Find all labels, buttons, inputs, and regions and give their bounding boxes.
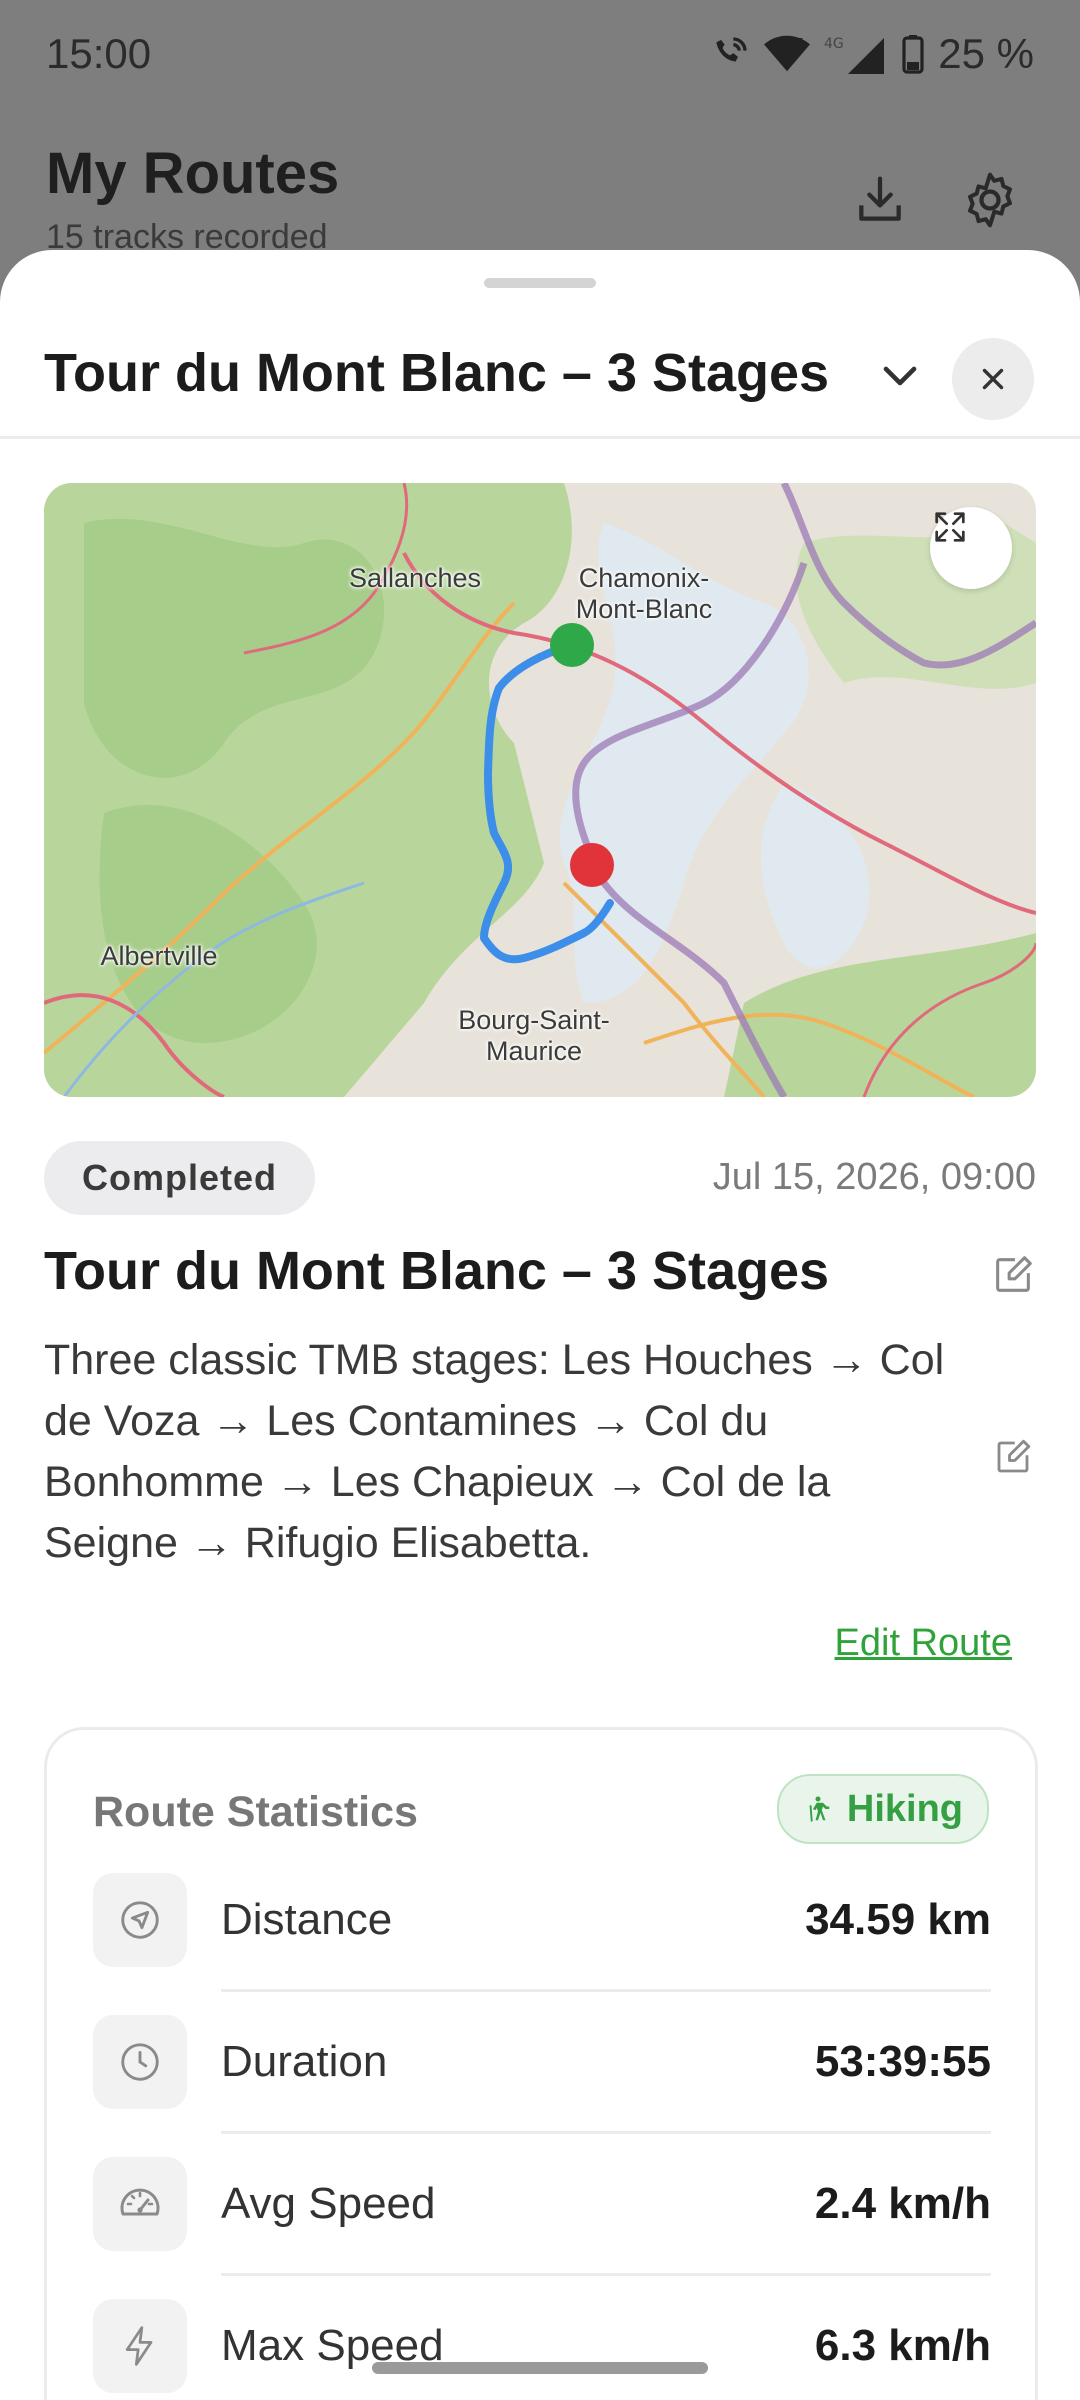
wifi-icon: 6 bbox=[764, 35, 811, 72]
end-marker bbox=[570, 843, 614, 887]
divider bbox=[221, 2273, 991, 2276]
status-bar: 15:00 6 4G 25 % bbox=[0, 0, 1080, 110]
stat-label: Duration bbox=[221, 2037, 388, 2086]
route-description: Three classic TMB stages: Les Houches → … bbox=[44, 1336, 945, 1567]
stat-label: Distance bbox=[221, 1895, 393, 1944]
wifi-calling-icon bbox=[716, 37, 747, 62]
svg-text:6: 6 bbox=[797, 35, 804, 49]
stat-row-duration: Duration 53:39:55 bbox=[93, 2015, 991, 2157]
start-marker bbox=[550, 623, 594, 667]
sheet-header: Tour du Mont Blanc – 3 Stages bbox=[0, 320, 1080, 439]
route-statistics-card: Route Statistics Hiking Distance 34.59 k… bbox=[44, 1727, 1038, 2400]
battery-icon bbox=[902, 35, 924, 74]
clock-icon bbox=[121, 2043, 159, 2081]
map-label-chamonix: Chamonix- Mont-Blanc bbox=[575, 563, 713, 624]
stats-title: Route Statistics bbox=[93, 1788, 418, 1836]
edit-description-icon[interactable] bbox=[992, 1436, 1034, 1478]
navigation-arrow-icon bbox=[121, 1901, 159, 1939]
stat-row-max-speed: Max Speed 6.3 km/h bbox=[93, 2299, 991, 2400]
activity-badge: Hiking bbox=[776, 1774, 989, 1844]
download-icon[interactable] bbox=[848, 168, 912, 232]
sheet-title: Tour du Mont Blanc – 3 Stages bbox=[44, 343, 830, 403]
hiking-icon bbox=[809, 1796, 830, 1822]
status-icons: 6 4G 25 % bbox=[710, 30, 1034, 78]
edit-name-icon[interactable] bbox=[990, 1252, 1036, 1298]
route-map[interactable]: Sallanches Chamonix- Mont-Blanc Albertvi… bbox=[44, 483, 1036, 1097]
battery-percentage: 25 % bbox=[938, 30, 1034, 77]
status-badge: Completed bbox=[44, 1141, 316, 1215]
home-indicator[interactable] bbox=[372, 2362, 708, 2374]
stat-value: 2.4 km/h bbox=[814, 2179, 991, 2228]
activity-label: Hiking bbox=[846, 1787, 963, 1830]
stat-row-distance: Distance 34.59 km bbox=[93, 1873, 991, 2015]
status-time: 15:00 bbox=[46, 30, 152, 77]
map-label-sallanches: Sallanches bbox=[348, 563, 482, 593]
edit-route-link[interactable]: Edit Route bbox=[835, 1622, 1012, 1665]
page-title: My Routes bbox=[46, 141, 340, 206]
stat-value: 34.59 km bbox=[805, 1895, 991, 1944]
route-name: Tour du Mont Blanc – 3 Stages bbox=[44, 1241, 830, 1301]
stat-row-avg-speed: Avg Speed 2.4 km/h bbox=[93, 2157, 991, 2299]
svg-text:4G: 4G bbox=[824, 36, 844, 52]
divider bbox=[221, 2131, 991, 2134]
lightning-icon bbox=[125, 2326, 153, 2366]
close-icon bbox=[982, 368, 1004, 390]
stat-value: 53:39:55 bbox=[814, 2037, 991, 2086]
drag-handle[interactable] bbox=[484, 278, 596, 288]
cell-signal-icon: 4G bbox=[824, 36, 885, 74]
gear-icon[interactable] bbox=[958, 168, 1022, 232]
expand-icon bbox=[935, 512, 965, 542]
divider bbox=[221, 1989, 991, 1992]
speedometer-icon bbox=[120, 2188, 160, 2216]
stat-label: Avg Speed bbox=[221, 2179, 436, 2228]
map-label-bourg-saint-maurice: Bourg-Saint- Maurice bbox=[458, 1005, 610, 1066]
route-date: Jul 15, 2026, 09:00 bbox=[712, 1156, 1036, 1198]
route-detail-sheet: Tour du Mont Blanc – 3 Stages Sallanches… bbox=[0, 250, 1080, 2400]
close-button[interactable] bbox=[952, 338, 1034, 420]
map-label-albertville: Albertville bbox=[100, 941, 218, 971]
stat-value: 6.3 km/h bbox=[814, 2321, 991, 2370]
expand-map-button[interactable] bbox=[930, 507, 1012, 589]
chevron-down-icon[interactable] bbox=[872, 348, 928, 404]
